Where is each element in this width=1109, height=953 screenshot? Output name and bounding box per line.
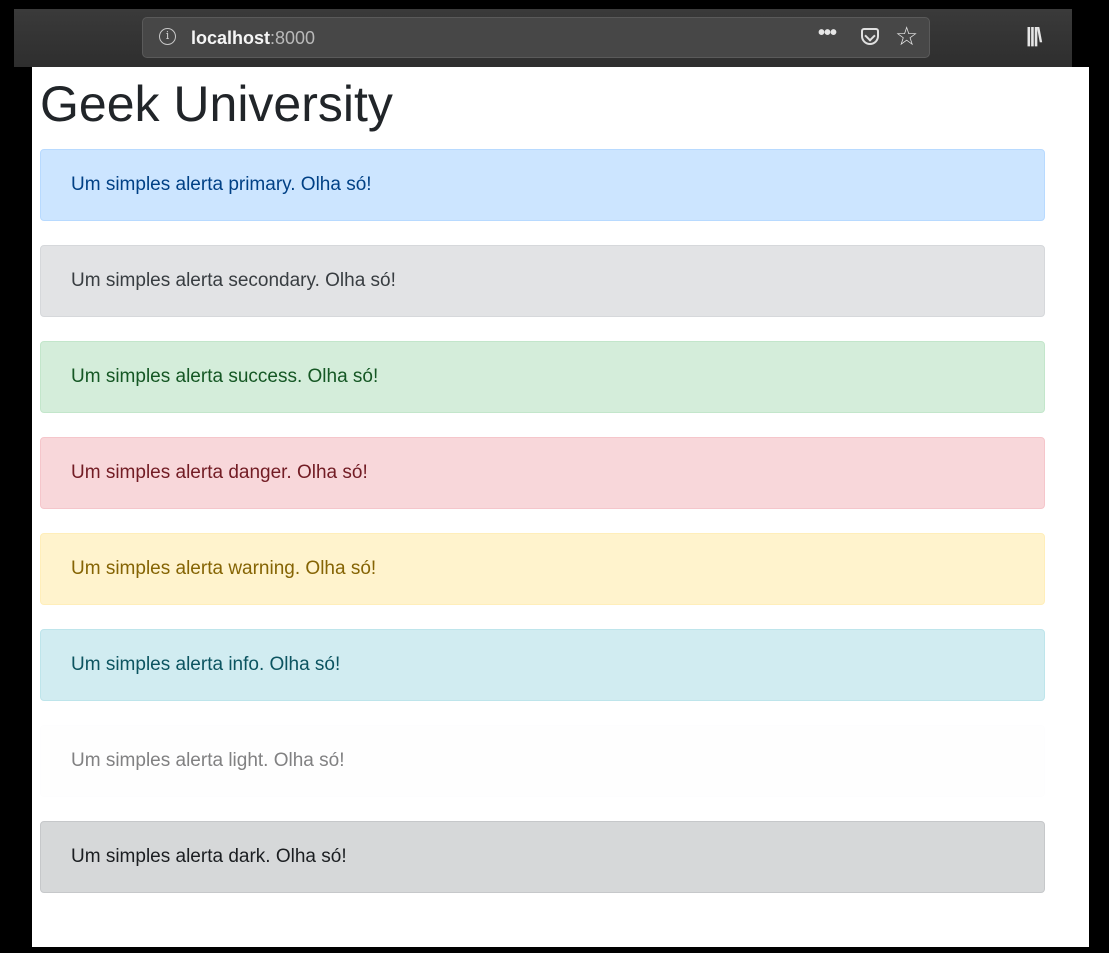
alert-success: Um simples alerta success. Olha só! (40, 341, 1045, 413)
pocket-icon[interactable] (861, 28, 879, 45)
page-content: Geek University Um simples alerta primar… (32, 67, 1089, 947)
url-port: :8000 (270, 28, 316, 48)
address-bar[interactable]: i localhost:8000 ••• ☆ (142, 17, 930, 58)
browser-toolbar: i localhost:8000 ••• ☆ |||\ (14, 9, 1072, 67)
star-icon[interactable]: ☆ (895, 21, 918, 51)
url-host: localhost (191, 28, 271, 48)
url-text[interactable]: localhost:8000 (191, 28, 315, 49)
alert-primary: Um simples alerta primary. Olha só! (40, 149, 1045, 221)
alert-warning: Um simples alerta warning. Olha só! (40, 533, 1045, 605)
alert-light: Um simples alerta light. Olha só! (40, 725, 1045, 797)
alert-danger: Um simples alerta danger. Olha só! (40, 437, 1045, 509)
more-icon[interactable]: ••• (818, 22, 837, 45)
library-icon[interactable]: |||\ (1026, 25, 1042, 48)
alert-list: Um simples alerta primary. Olha só! Um s… (40, 149, 1045, 917)
page-title: Geek University (40, 76, 393, 132)
alert-dark: Um simples alerta dark. Olha só! (40, 821, 1045, 893)
alert-info: Um simples alerta info. Olha só! (40, 629, 1045, 701)
info-icon[interactable]: i (159, 28, 176, 45)
alert-secondary: Um simples alerta secondary. Olha só! (40, 245, 1045, 317)
